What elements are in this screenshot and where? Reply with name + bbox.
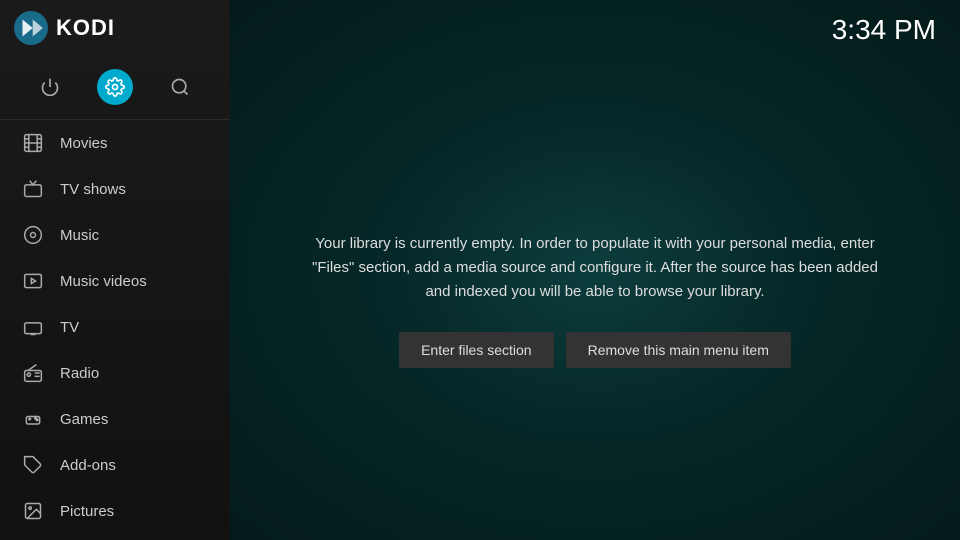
sidebar-item-movies[interactable]: Movies: [0, 120, 230, 166]
movies-icon: [20, 130, 46, 156]
sidebar: KODI: [0, 0, 230, 540]
remove-menu-item-button[interactable]: Remove this main menu item: [566, 332, 791, 368]
sidebar-header: KODI: [0, 0, 230, 55]
top-bar: 3:34 PM: [230, 0, 960, 60]
sidebar-item-tv-shows[interactable]: TV shows: [0, 166, 230, 212]
sidebar-item-music[interactable]: Music: [0, 212, 230, 258]
tv-icon: [20, 314, 46, 340]
kodi-logo-icon: [14, 11, 48, 45]
settings-button[interactable]: [97, 69, 133, 105]
add-ons-icon: [20, 452, 46, 478]
tv-label: TV: [60, 319, 79, 336]
enter-files-button[interactable]: Enter files section: [399, 332, 554, 368]
radio-icon: [20, 360, 46, 386]
tv-shows-label: TV shows: [60, 181, 126, 198]
sidebar-item-radio[interactable]: Radio: [0, 350, 230, 396]
music-videos-label: Music videos: [60, 273, 147, 290]
music-icon: [20, 222, 46, 248]
sidebar-icon-row: [0, 55, 230, 120]
games-label: Games: [60, 411, 108, 428]
app-title: KODI: [56, 15, 115, 41]
music-label: Music: [60, 227, 99, 244]
power-button[interactable]: [30, 67, 70, 107]
clock-display: 3:34 PM: [832, 14, 936, 46]
games-icon: [20, 406, 46, 432]
pictures-label: Pictures: [60, 503, 114, 520]
tv-shows-icon: [20, 176, 46, 202]
sidebar-item-games[interactable]: Games: [0, 396, 230, 442]
sidebar-item-music-videos[interactable]: Music videos: [0, 258, 230, 304]
radio-label: Radio: [60, 365, 99, 382]
add-ons-label: Add-ons: [60, 457, 116, 474]
sidebar-item-tv[interactable]: TV: [0, 304, 230, 350]
main-content: 3:34 PM Your library is currently empty.…: [230, 0, 960, 540]
action-buttons: Enter files section Remove this main men…: [399, 332, 791, 368]
movies-label: Movies: [60, 135, 108, 152]
main-nav: Movies TV shows Music: [0, 120, 230, 540]
search-button[interactable]: [160, 67, 200, 107]
content-area: Your library is currently empty. In orde…: [230, 60, 960, 540]
music-videos-icon: [20, 268, 46, 294]
sidebar-item-add-ons[interactable]: Add-ons: [0, 442, 230, 488]
sidebar-item-pictures[interactable]: Pictures: [0, 488, 230, 534]
pictures-icon: [20, 498, 46, 524]
empty-library-message: Your library is currently empty. In orde…: [310, 232, 880, 304]
